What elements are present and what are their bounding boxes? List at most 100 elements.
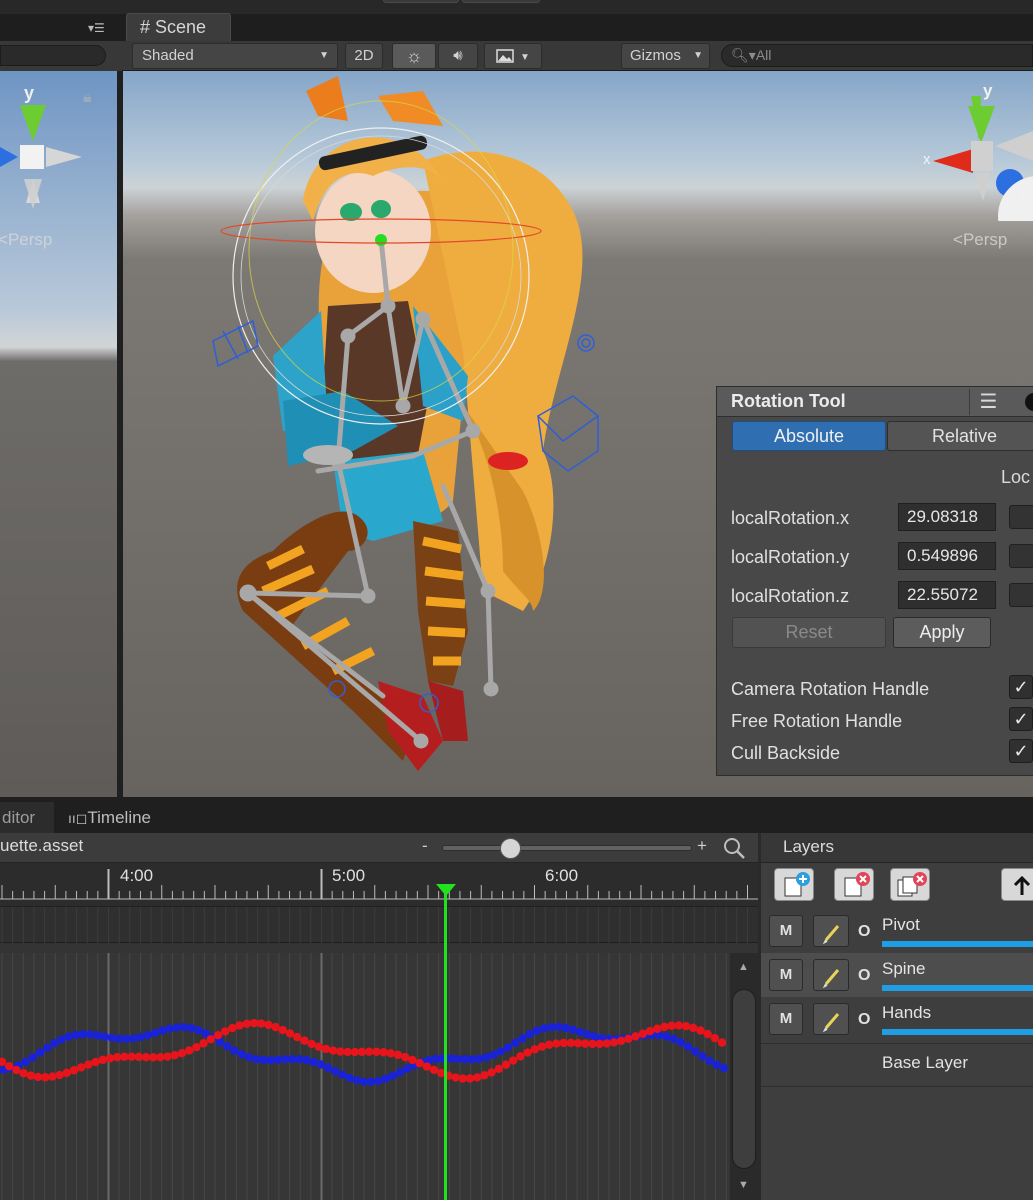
local-rotation-y-field[interactable]: 0.549896	[898, 542, 996, 570]
layer-mask-button[interactable]: M	[769, 1003, 803, 1035]
zoom-slider[interactable]	[442, 845, 692, 851]
zoom-slider-handle[interactable]	[499, 838, 521, 859]
magnifier-icon[interactable]	[722, 836, 746, 860]
local-rotation-y-checkbox[interactable]	[1009, 544, 1033, 568]
local-rotation-x-field[interactable]: 29.08318	[898, 503, 996, 531]
layer-name: Pivot	[882, 915, 920, 934]
scroll-down-icon[interactable]: ▼	[738, 1179, 749, 1191]
tab-scene[interactable]: # Scene	[126, 13, 231, 43]
curve-key-red	[365, 1047, 374, 1056]
toolbar-button[interactable]	[462, 0, 540, 3]
playhead-marker[interactable]	[436, 884, 456, 898]
layer-weight-bar[interactable]	[882, 941, 1033, 947]
tab-editor[interactable]: ditor	[0, 802, 54, 833]
gizmo-center-cube	[20, 145, 44, 169]
scene-search-input[interactable]: 🔍︎▾All	[721, 44, 1033, 67]
layer-edit-button[interactable]	[813, 1003, 849, 1035]
layer-row-selected[interactable]: M O Spine	[761, 953, 1033, 997]
dropdown-arrow-icon: ▼	[319, 50, 329, 61]
shading-mode-dropdown[interactable]: Shaded ▼	[132, 43, 338, 69]
curve-key-blue	[280, 1055, 289, 1064]
curve-key-red	[581, 1039, 590, 1048]
layer-mask-button[interactable]: M	[769, 915, 803, 947]
keyframe-row[interactable]	[0, 907, 758, 943]
curve-key-blue	[64, 1032, 74, 1041]
playhead[interactable]	[444, 884, 447, 1200]
add-layer-button[interactable]	[774, 868, 814, 901]
curve-key-blue	[554, 1022, 563, 1032]
apply-button[interactable]: Apply	[893, 617, 991, 648]
absolute-mode-button[interactable]: Absolute	[732, 421, 886, 451]
rotation-tool-header[interactable]: Rotation Tool ☰	[717, 387, 1033, 417]
zoom-in-button[interactable]: +	[697, 836, 707, 856]
curve-key-red	[285, 1029, 295, 1038]
curve-key-blue	[345, 1073, 354, 1083]
curve-key-blue	[244, 1052, 253, 1062]
left-search-input[interactable]	[0, 45, 106, 66]
layer-weight-bar[interactable]	[882, 985, 1033, 991]
panel-menu-icon[interactable]: ▾☰	[88, 21, 105, 35]
remove-layer-button[interactable]	[834, 868, 874, 901]
layer-edit-button[interactable]	[813, 915, 849, 947]
curve-key-red	[660, 1022, 669, 1032]
layer-row[interactable]: M O Pivot	[761, 909, 1033, 953]
local-rotation-z-field[interactable]: 22.55072	[898, 581, 996, 609]
orientation-gizmo[interactable]	[913, 91, 1033, 221]
lighting-toggle-button[interactable]: ☼	[392, 43, 436, 69]
toolbar-button[interactable]	[383, 0, 459, 3]
projection-label[interactable]: <Persp	[0, 230, 52, 250]
move-layer-up-button[interactable]	[1001, 868, 1033, 901]
relative-mode-button[interactable]: Relative	[887, 421, 1033, 451]
free-rotation-handle-checkbox[interactable]: ✓	[1009, 707, 1033, 731]
reset-button[interactable]: Reset	[732, 617, 886, 648]
add-layer-icon	[784, 872, 810, 897]
curve-key-red	[473, 1073, 482, 1082]
left-scene-view[interactable]: y 🔒︎ <Persp	[0, 71, 117, 797]
layer-mask-button[interactable]: M	[769, 959, 803, 991]
curve-key-red	[235, 1021, 244, 1030]
layers-panel: Layers M O Pivot M O Spine M O Hands Bas…	[758, 833, 1033, 1200]
gizmos-dropdown[interactable]: Gizmos ▼	[621, 43, 710, 69]
curve-key-blue	[107, 1033, 117, 1043]
curve-editor[interactable]	[0, 953, 730, 1200]
projection-label[interactable]: <Persp	[953, 230, 1007, 250]
orientation-gizmo[interactable]	[0, 71, 117, 211]
lock-icon[interactable]: 🔒︎	[83, 89, 92, 107]
tab-timeline[interactable]: ıı◻Timeline	[58, 802, 178, 833]
zoom-out-button[interactable]: -	[422, 836, 428, 856]
vertical-scrollbar[interactable]: ▲ ▼	[730, 953, 758, 1200]
layer-option-button[interactable]: O	[858, 1011, 870, 1029]
curve-key-blue	[511, 1038, 520, 1048]
clear-layers-button[interactable]	[890, 868, 930, 901]
2d-toggle-button[interactable]: 2D	[345, 43, 383, 69]
timeline-ruler[interactable]	[0, 863, 758, 907]
audio-toggle-button[interactable]: 🔊︎	[438, 43, 478, 69]
curve-key-red	[33, 1072, 43, 1082]
effects-dropdown[interactable]: ▼	[484, 43, 542, 69]
scrollbar-thumb[interactable]	[732, 989, 756, 1169]
curve-key-red	[170, 1051, 179, 1060]
cull-backside-checkbox[interactable]: ✓	[1009, 739, 1033, 763]
curve-key-blue	[71, 1030, 81, 1040]
local-rotation-x-checkbox[interactable]	[1009, 505, 1033, 529]
scroll-up-icon[interactable]: ▲	[738, 961, 749, 973]
local-rotation-z-checkbox[interactable]	[1009, 583, 1033, 607]
layer-weight-bar[interactable]	[882, 1029, 1033, 1035]
curve-key-red	[19, 1069, 28, 1078]
layer-edit-button[interactable]	[813, 959, 849, 991]
curve-key-blue	[79, 1030, 88, 1039]
layers-title: Layers	[761, 833, 1033, 863]
curve-key-red	[537, 1042, 547, 1051]
layer-option-button[interactable]: O	[858, 967, 870, 985]
curve-key-blue	[482, 1053, 491, 1062]
layer-row[interactable]: M O Hands	[761, 997, 1033, 1041]
curve-key-red	[69, 1066, 79, 1075]
curve-key-red	[710, 1033, 719, 1043]
curve-key-red	[105, 1054, 115, 1063]
close-icon[interactable]	[1025, 393, 1033, 411]
camera-rotation-handle-checkbox[interactable]: ✓	[1009, 675, 1033, 699]
pencil-icon	[822, 925, 840, 945]
menu-icon[interactable]: ☰	[969, 389, 1007, 415]
layer-option-button[interactable]: O	[858, 923, 870, 941]
curve-key-red	[98, 1055, 108, 1065]
